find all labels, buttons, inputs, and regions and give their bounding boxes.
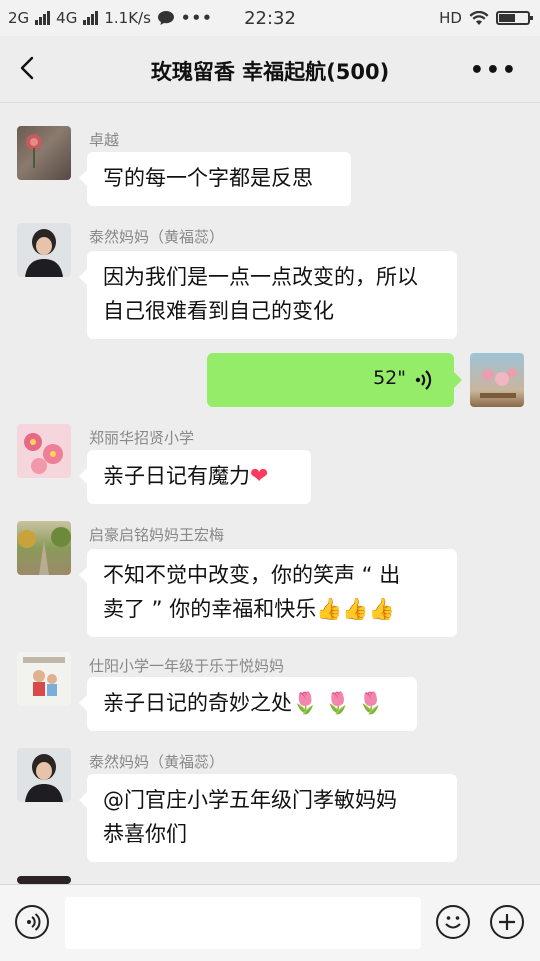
message-text-line: @门官庄小学五年级门孝敏妈妈: [103, 788, 397, 812]
input-bar: [0, 884, 540, 961]
message-bubble[interactable]: 亲子日记的奇妙之处🌷 🌷 🌷: [79, 677, 417, 731]
sender-name: 泰然妈妈（黄福蕊）: [89, 753, 225, 771]
flower-tree-avatar-image: [480, 368, 517, 398]
message-text: 卖了 ” 你的幸福和快乐: [103, 597, 317, 621]
message-bubble[interactable]: 因为我们是一点一点改变的，所以 自己很难看到自己的变化: [79, 251, 457, 339]
avatar[interactable]: [17, 876, 71, 884]
voice-toggle-icon: [27, 913, 41, 931]
voice-duration: 52": [373, 367, 406, 389]
portrait-avatar-image: [25, 229, 63, 277]
more-options-icon[interactable]: •••: [470, 58, 518, 83]
battery-icon: [496, 11, 533, 25]
tree-road-avatar-image: [18, 527, 71, 575]
message-text-line: 不知不觉中改变，你的笑声 “ 出: [103, 563, 401, 587]
sender-name: 泰然妈妈（黄福蕊）: [89, 228, 225, 246]
rose-avatar-image: [26, 134, 42, 168]
avatar[interactable]: [17, 748, 71, 802]
portrait-avatar-image: [25, 754, 63, 802]
message-bubble[interactable]: 写的每一个字都是反思: [79, 152, 351, 206]
message-text: 写的每一个字都是反思: [103, 166, 313, 190]
plus-icon: [499, 914, 515, 930]
message-text-line: 因为我们是一点一点改变的，所以: [103, 265, 418, 289]
message-text-line: 卖了 ” 你的幸福和快乐👍👍👍: [103, 592, 441, 626]
heart-emoji-icon: ❤: [250, 464, 269, 489]
message-bubble[interactable]: 不知不觉中改变，你的笑声 “ 出 卖了 ” 你的幸福和快乐👍👍👍: [79, 549, 457, 637]
message-text: 亲子日记有魔力: [103, 464, 250, 488]
pink-flower-avatar-image: [24, 433, 63, 474]
tulip-emoji-icon: 🌷 🌷 🌷: [292, 691, 384, 715]
message-text-line: 恭喜你们: [103, 822, 187, 846]
avatar[interactable]: [17, 223, 71, 277]
avatar[interactable]: [17, 126, 71, 180]
wifi-icon: [469, 10, 489, 25]
sender-name: 卓越: [89, 131, 120, 149]
status-right: HD: [439, 9, 533, 27]
voice-input-button[interactable]: [15, 905, 49, 939]
status-bar: 2G 4G 1.1K/s ••• 22:32 HD: [0, 0, 540, 36]
chat-area[interactable]: 卓越 写的每一个字都是反思 泰然妈妈（黄福蕊） 因为我们是一点一点改变的，所以 …: [0, 102, 540, 884]
message-input[interactable]: [65, 897, 421, 949]
message-text: 亲子日记的奇妙之处: [103, 691, 292, 715]
sender-name: 启豪启铭妈妈王宏梅: [89, 526, 225, 544]
message-text-line: 自己很难看到自己的变化: [103, 299, 334, 323]
sender-name: 郑丽华招贤小学: [89, 429, 195, 447]
chat-header: 玫瑰留香 幸福起航(500) •••: [0, 36, 540, 103]
my-avatar[interactable]: [470, 353, 524, 407]
message-bubble[interactable]: 亲子日记有魔力❤: [79, 450, 311, 504]
emoji-button[interactable]: [436, 905, 470, 939]
hd-label: HD: [439, 9, 462, 27]
sender-name: 仕阳小学一年级于乐于悦妈妈: [89, 657, 285, 675]
group-title: 玫瑰留香 幸福起航(500): [150, 60, 390, 84]
message-bubble[interactable]: @门官庄小学五年级门孝敏妈妈 恭喜你们: [79, 774, 457, 862]
smiley-icon: [445, 916, 461, 929]
more-functions-button[interactable]: [490, 905, 524, 939]
voice-bubble[interactable]: 52": [207, 353, 462, 407]
voice-wave-icon: [415, 370, 432, 390]
cartoon-avatar-image: [23, 657, 65, 696]
avatar[interactable]: [17, 652, 71, 706]
thumbs-up-emoji-icon: 👍👍👍: [316, 597, 395, 621]
avatar[interactable]: [17, 521, 71, 575]
avatar[interactable]: [17, 424, 71, 478]
